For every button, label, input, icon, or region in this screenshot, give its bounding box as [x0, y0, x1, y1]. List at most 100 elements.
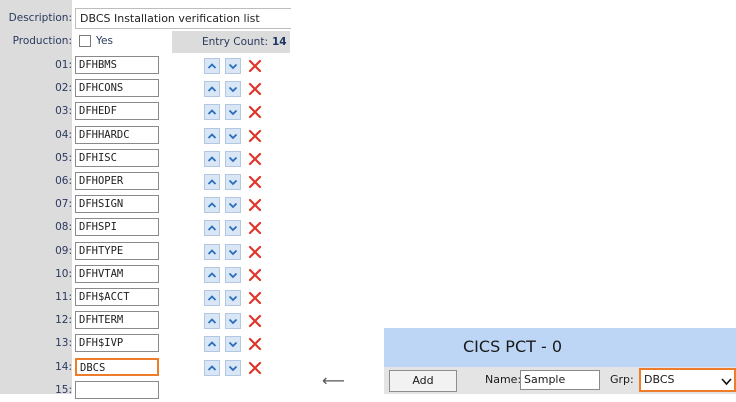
move-up-icon[interactable] [204, 58, 220, 74]
delete-icon[interactable] [247, 313, 263, 330]
entry-number-label: 13: [55, 337, 72, 350]
move-up-icon[interactable] [204, 313, 220, 330]
move-up-icon[interactable] [204, 290, 220, 306]
entry-number-label: 08: [55, 221, 72, 234]
entry-number-label: 04: [55, 128, 72, 141]
move-down-icon[interactable] [225, 197, 241, 214]
delete-icon[interactable] [247, 174, 263, 190]
delete-icon[interactable] [247, 58, 263, 74]
delete-icon[interactable] [247, 81, 263, 98]
add-button[interactable]: Add [389, 370, 457, 392]
entry-number-label: 14: [55, 360, 72, 373]
chevron-down-icon [721, 376, 732, 389]
entry-input[interactable]: DFHTYPE [75, 241, 159, 260]
entry-row: 12: DFHTERM [0, 309, 290, 332]
pct-header: CICS PCT - 0 [384, 328, 736, 367]
entry-number-label: 02: [55, 82, 72, 95]
entry-row: 15: [0, 379, 290, 402]
entry-row: 06: DFHOPER [0, 170, 290, 193]
entry-count-box: Entry Count: 14 [172, 31, 290, 53]
move-up-icon[interactable] [204, 150, 220, 167]
entry-input[interactable]: DFH$ACCT [75, 288, 159, 306]
entry-row: 10: DFHVTAM [0, 263, 290, 286]
production-row: Production: Yes Entry Count: 14 [0, 31, 290, 53]
entry-input[interactable]: DFHOPER [75, 172, 159, 190]
entry-count-label: Entry Count: [202, 36, 268, 48]
entry-input[interactable]: DFHISC [75, 148, 159, 167]
entry-row: 03: DFHEDF [0, 100, 290, 123]
entry-input[interactable]: DFHVTAM [75, 264, 159, 283]
move-down-icon[interactable] [225, 336, 241, 353]
production-checkbox[interactable] [79, 35, 91, 47]
move-down-icon[interactable] [225, 290, 241, 306]
entry-row: 09: DFHTYPE [0, 240, 290, 263]
entry-input[interactable]: DFHEDF [75, 102, 159, 121]
entry-number-label: 12: [55, 314, 72, 327]
entry-row: 01: DFHBMS [0, 54, 290, 77]
entry-row: 02: DFHCONS [0, 77, 290, 100]
grp-select[interactable]: DBCS [639, 368, 736, 392]
entry-input[interactable]: DBCS [75, 357, 159, 376]
move-up-icon[interactable] [204, 174, 220, 190]
production-label: Production: [12, 35, 72, 47]
move-up-icon[interactable] [204, 127, 220, 144]
entry-count-value: 14 [272, 36, 287, 48]
move-down-icon[interactable] [225, 81, 241, 98]
move-down-icon[interactable] [225, 174, 241, 190]
move-up-icon[interactable] [204, 266, 220, 283]
move-down-icon[interactable] [225, 127, 241, 144]
entry-input[interactable]: DFHHARDC [75, 125, 159, 144]
delete-icon[interactable] [247, 127, 263, 144]
entry-number-label: 11: [55, 291, 72, 303]
production-yes-label: Yes [96, 35, 113, 47]
entry-row: 04: DFHHARDC [0, 124, 290, 147]
delete-icon[interactable] [247, 336, 263, 353]
entry-input[interactable]: DFHBMS [75, 56, 159, 74]
move-up-icon[interactable] [204, 81, 220, 98]
move-down-icon[interactable] [225, 58, 241, 74]
delete-icon[interactable] [247, 150, 263, 167]
entry-input[interactable]: DFHTERM [75, 311, 159, 330]
entry-input[interactable] [75, 380, 159, 399]
entry-row: 14: DBCS [0, 356, 290, 379]
left-arrow-icon: ⟵ [322, 371, 345, 390]
move-up-icon[interactable] [204, 359, 220, 376]
delete-icon[interactable] [247, 359, 263, 376]
entry-input[interactable]: DFHSIGN [75, 195, 159, 214]
move-down-icon[interactable] [225, 220, 241, 237]
move-down-icon[interactable] [225, 243, 241, 260]
delete-icon[interactable] [247, 266, 263, 283]
move-down-icon[interactable] [225, 313, 241, 330]
description-input[interactable]: DBCS Installation verification list [75, 8, 291, 29]
move-up-icon[interactable] [204, 104, 220, 121]
entry-number-label: 06: [55, 175, 72, 187]
name-input[interactable]: Sample [520, 370, 600, 390]
grp-select-value: DBCS [644, 373, 675, 386]
delete-icon[interactable] [247, 243, 263, 260]
move-down-icon[interactable] [225, 266, 241, 283]
entry-number-label: 01: [55, 59, 72, 71]
entry-input[interactable]: DFHSPI [75, 218, 159, 237]
move-down-icon[interactable] [225, 359, 241, 376]
move-up-icon[interactable] [204, 336, 220, 353]
grp-label: Grp: [610, 373, 634, 386]
description-row: Description: DBCS Installation verificat… [0, 8, 291, 29]
entry-row: 08: DFHSPI [0, 216, 290, 239]
move-up-icon[interactable] [204, 197, 220, 214]
move-down-icon[interactable] [225, 104, 241, 121]
entry-input[interactable]: DFH$IVP [75, 334, 159, 353]
delete-icon[interactable] [247, 104, 263, 121]
pct-title: CICS PCT - 0 [463, 337, 563, 356]
delete-icon[interactable] [247, 197, 263, 214]
delete-icon[interactable] [247, 220, 263, 237]
delete-icon[interactable] [247, 290, 263, 306]
entry-number-label: 05: [55, 151, 72, 164]
move-up-icon[interactable] [204, 220, 220, 237]
name-label: Name: [485, 373, 522, 386]
entry-row: 05: DFHISC [0, 147, 290, 170]
entry-input[interactable]: DFHCONS [75, 79, 159, 98]
move-up-icon[interactable] [204, 243, 220, 260]
entry-row: 13: DFH$IVP [0, 332, 290, 355]
move-down-icon[interactable] [225, 150, 241, 167]
entry-number-label: 10: [55, 267, 72, 280]
